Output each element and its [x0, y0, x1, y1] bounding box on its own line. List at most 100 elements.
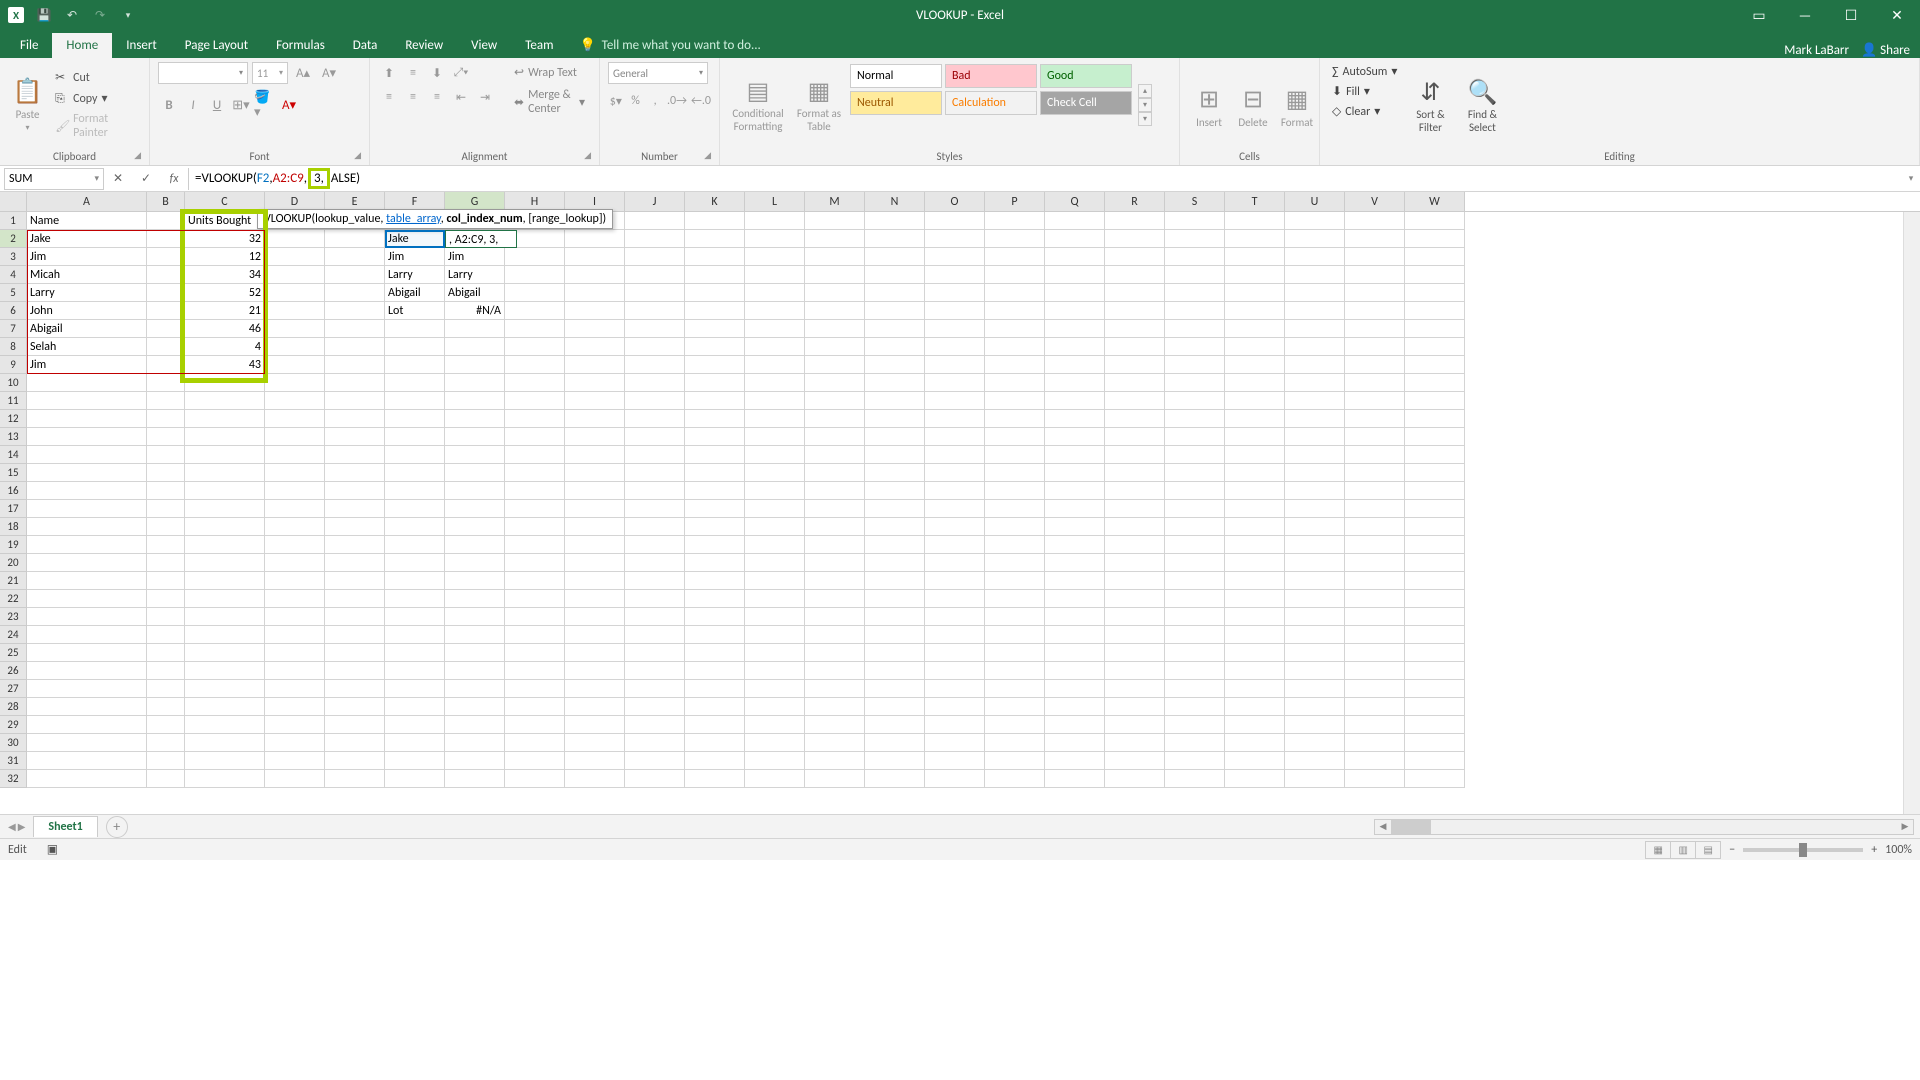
share-button[interactable]: 👤 Share	[1861, 43, 1910, 58]
cell[interactable]	[1045, 734, 1105, 752]
increase-indent-icon[interactable]: ⇥	[474, 86, 496, 108]
cell[interactable]: 43	[185, 356, 265, 374]
cell[interactable]	[1405, 662, 1465, 680]
cell[interactable]	[1165, 752, 1225, 770]
cell[interactable]	[1285, 410, 1345, 428]
cell[interactable]	[985, 554, 1045, 572]
cell[interactable]	[865, 752, 925, 770]
cell[interactable]	[185, 662, 265, 680]
row-header[interactable]: 16	[0, 482, 27, 500]
cell[interactable]: Larry	[385, 266, 445, 284]
cell[interactable]	[865, 716, 925, 734]
cell[interactable]	[1165, 626, 1225, 644]
cell[interactable]	[1045, 356, 1105, 374]
cell[interactable]	[505, 590, 565, 608]
cell[interactable]	[1285, 320, 1345, 338]
align-center-icon[interactable]: ≡	[402, 86, 424, 108]
cell[interactable]	[1165, 320, 1225, 338]
cell[interactable]	[445, 356, 505, 374]
cell[interactable]	[265, 536, 325, 554]
cell[interactable]	[265, 428, 325, 446]
cell[interactable]	[147, 356, 185, 374]
cell[interactable]	[1045, 464, 1105, 482]
cell[interactable]	[505, 302, 565, 320]
cell[interactable]	[1045, 590, 1105, 608]
style-normal[interactable]: Normal	[850, 64, 942, 88]
cell[interactable]	[185, 518, 265, 536]
cell[interactable]	[1345, 518, 1405, 536]
cell[interactable]	[865, 572, 925, 590]
cell[interactable]	[985, 734, 1045, 752]
cell[interactable]	[265, 644, 325, 662]
cell[interactable]	[925, 464, 985, 482]
cell[interactable]	[147, 500, 185, 518]
cell[interactable]: Selah	[27, 338, 147, 356]
cell[interactable]	[925, 212, 985, 230]
cell[interactable]	[1105, 734, 1165, 752]
cell[interactable]	[685, 500, 745, 518]
cell[interactable]	[385, 464, 445, 482]
merge-center-button[interactable]: ⬌Merge & Center ▾	[508, 85, 591, 119]
cell[interactable]	[985, 356, 1045, 374]
align-bottom-icon[interactable]: ⬇	[426, 62, 448, 84]
cell[interactable]	[685, 248, 745, 266]
cell[interactable]	[1345, 428, 1405, 446]
cell[interactable]	[625, 644, 685, 662]
cell[interactable]	[925, 230, 985, 248]
conditional-formatting-button[interactable]: ▤ Conditional Formatting	[728, 62, 788, 148]
cell[interactable]	[505, 536, 565, 554]
cell[interactable]	[865, 284, 925, 302]
cell[interactable]	[1105, 410, 1165, 428]
cell[interactable]	[805, 338, 865, 356]
cell[interactable]	[685, 410, 745, 428]
cell[interactable]	[265, 680, 325, 698]
cell[interactable]	[1285, 572, 1345, 590]
cell[interactable]	[185, 680, 265, 698]
cell[interactable]	[185, 536, 265, 554]
cell[interactable]	[265, 464, 325, 482]
cell[interactable]	[1105, 464, 1165, 482]
cell[interactable]	[1405, 572, 1465, 590]
cell[interactable]	[147, 518, 185, 536]
cell[interactable]: 34	[185, 266, 265, 284]
cell[interactable]	[1405, 302, 1465, 320]
cell[interactable]	[925, 680, 985, 698]
cell[interactable]	[1105, 644, 1165, 662]
cell[interactable]	[625, 446, 685, 464]
cell[interactable]	[1405, 338, 1465, 356]
cell[interactable]	[1105, 302, 1165, 320]
cell[interactable]: 21	[185, 302, 265, 320]
cell[interactable]	[685, 266, 745, 284]
col-header-v[interactable]: V	[1345, 192, 1405, 211]
cell[interactable]	[1285, 212, 1345, 230]
cell[interactable]	[1405, 518, 1465, 536]
tab-pagelayout[interactable]: Page Layout	[171, 33, 262, 58]
cell[interactable]	[27, 428, 147, 446]
cell[interactable]	[865, 590, 925, 608]
cell[interactable]	[865, 230, 925, 248]
cell[interactable]	[1105, 680, 1165, 698]
cell[interactable]	[925, 734, 985, 752]
cell[interactable]	[985, 284, 1045, 302]
cell[interactable]	[385, 716, 445, 734]
cell[interactable]	[445, 626, 505, 644]
cell[interactable]	[505, 410, 565, 428]
cell[interactable]	[325, 662, 385, 680]
row-header[interactable]: 32	[0, 770, 27, 788]
cell[interactable]	[1405, 374, 1465, 392]
cell[interactable]	[385, 770, 445, 788]
cell[interactable]	[745, 230, 805, 248]
cell[interactable]	[745, 680, 805, 698]
cell[interactable]	[265, 248, 325, 266]
cell[interactable]	[445, 518, 505, 536]
font-name-select[interactable]: ▾	[158, 62, 248, 84]
cell[interactable]	[1045, 662, 1105, 680]
cell[interactable]	[445, 554, 505, 572]
cell[interactable]	[1105, 374, 1165, 392]
cell[interactable]	[745, 518, 805, 536]
cell[interactable]	[745, 464, 805, 482]
cell[interactable]	[325, 716, 385, 734]
cell[interactable]	[1225, 536, 1285, 554]
cell[interactable]	[505, 734, 565, 752]
cell[interactable]	[445, 320, 505, 338]
